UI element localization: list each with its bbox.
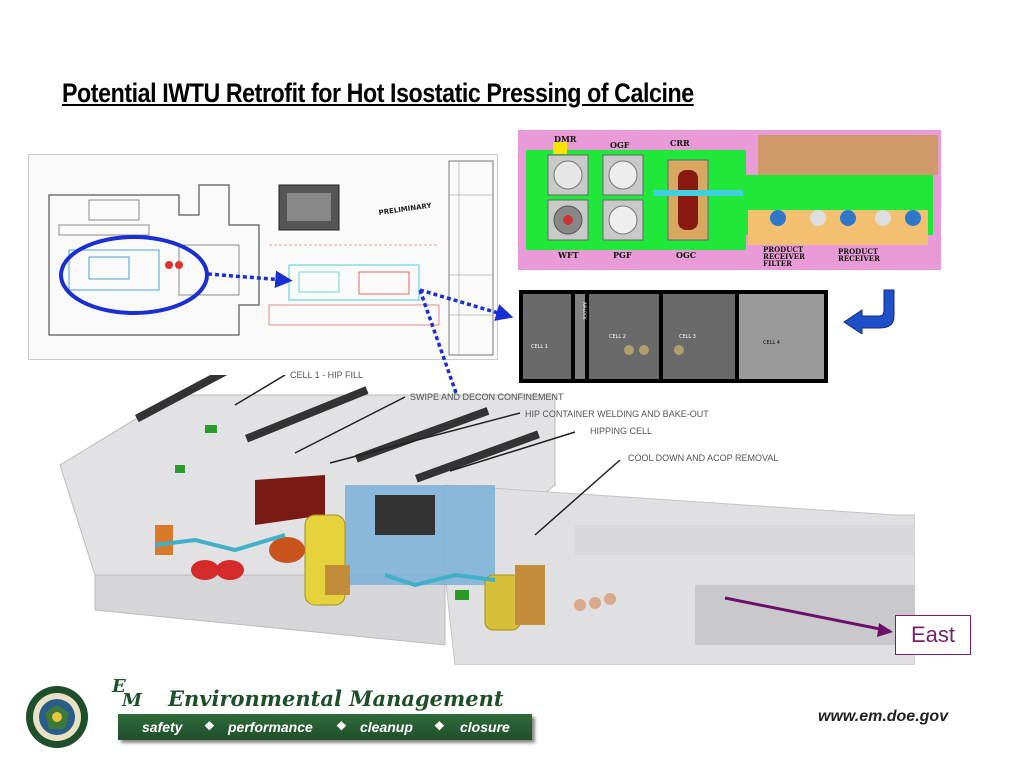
label-pgf: PGF xyxy=(613,250,632,260)
tagline-performance: performance xyxy=(228,719,313,735)
tagline-closure: closure xyxy=(460,719,510,735)
cell-plan-diagram: CELL 1 CELL 2 CELL 3 CELL 4 AIRLOCK xyxy=(519,290,828,383)
label-product-receiver: PRODUCT RECEIVER xyxy=(838,248,880,263)
doe-seal-icon xyxy=(25,685,89,749)
cell-layout-svg: DMR OGF CRR WFT PGF OGC PRODUCT RECEIVER… xyxy=(518,130,941,270)
cell-1-label: CELL 1 xyxy=(531,344,548,350)
cell-4-label: CELL 4 xyxy=(763,340,780,346)
airlock-label: AIRLOCK xyxy=(582,302,587,320)
label-wft: WFT xyxy=(557,250,579,260)
tagline-cleanup: cleanup xyxy=(360,719,413,735)
tagline-safety: safety xyxy=(142,719,183,735)
website-url[interactable]: www.em.doe.gov xyxy=(818,708,948,726)
return-arrow-icon xyxy=(843,289,895,334)
tagline-bar: safety ❖ performance ❖ cleanup ❖ closure xyxy=(118,714,532,740)
callout-swipe-decon: SWIPE AND DECON CONFINEMENT xyxy=(410,392,564,402)
facility-3d-render xyxy=(55,363,916,666)
tagline-separator: ❖ xyxy=(336,719,347,733)
label-crr: CRR xyxy=(670,138,690,148)
tagline-separator: ❖ xyxy=(434,719,445,733)
cell-2-label: CELL 2 xyxy=(609,334,626,340)
label-ogc: OGC xyxy=(676,250,696,260)
callout-hipping-cell: HIPPING CELL xyxy=(590,426,653,436)
cell-layout-diagram: DMR OGF CRR WFT PGF OGC PRODUCT RECEIVER… xyxy=(518,130,941,270)
callout-cool-down: COOL DOWN AND ACOP REMOVAL xyxy=(628,453,779,463)
cell-plan-svg: CELL 1 CELL 2 CELL 3 CELL 4 AIRLOCK xyxy=(519,290,828,383)
callout-hip-welding: HIP CONTAINER WELDING AND BAKE-OUT xyxy=(525,409,709,419)
render-svg xyxy=(59,363,916,666)
label-ogf: OGF xyxy=(610,140,630,150)
east-direction-label: East xyxy=(895,615,971,655)
label-dmr: DMR xyxy=(554,134,577,144)
cell-3-label: CELL 3 xyxy=(679,334,696,340)
em-logo-m: M xyxy=(122,690,142,711)
callout-cell1-hip-fill: CELL 1 - HIP FILL xyxy=(290,370,364,380)
org-name: Environmental Management xyxy=(168,686,504,711)
tagline-separator: ❖ xyxy=(204,719,215,733)
label-product-receiver-filter: PRODUCT RECEIVER FILTER xyxy=(763,246,805,268)
